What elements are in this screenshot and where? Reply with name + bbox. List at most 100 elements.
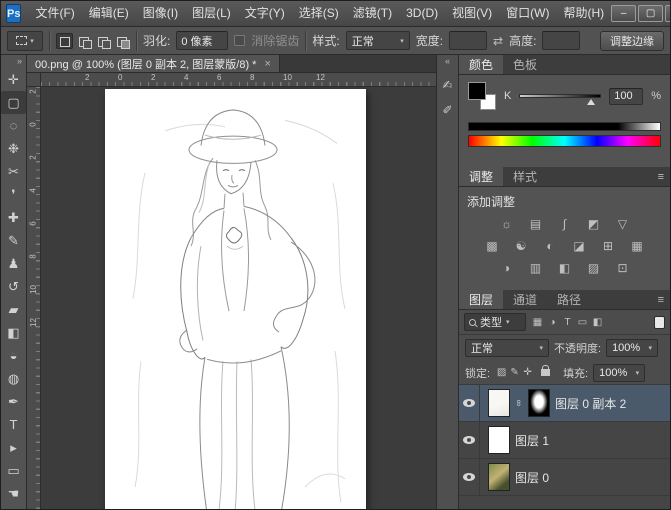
gradient-tool[interactable]: ◧ xyxy=(1,321,26,344)
menu-item[interactable]: 3D(D) xyxy=(399,1,445,26)
photoshop-logo[interactable]: Ps xyxy=(6,4,21,23)
color-lookup-icon[interactable]: ▦ xyxy=(629,239,645,253)
brightness-contrast-icon[interactable]: ☼ xyxy=(499,217,515,231)
menu-item[interactable]: 视图(V) xyxy=(445,1,499,26)
panel-tab[interactable]: 通道 xyxy=(503,290,547,309)
new-selection-button[interactable] xyxy=(56,33,73,49)
layer-row[interactable]: 图层 1 xyxy=(459,422,670,459)
channel-mixer-icon[interactable]: ⊞ xyxy=(600,239,616,253)
posterize-icon[interactable]: ▥ xyxy=(528,261,544,275)
swap-dimensions-icon[interactable]: ⇄ xyxy=(493,34,503,48)
maximize-button[interactable]: ▢ xyxy=(638,5,663,22)
layer-filter-select[interactable]: 类型 ▾ xyxy=(464,313,526,331)
fill-input[interactable]: 100% ▾ xyxy=(593,364,645,382)
color-balance-icon[interactable]: ☯ xyxy=(513,239,529,253)
crop-tool[interactable]: ✂ xyxy=(1,160,26,183)
panel-menu-icon[interactable]: ≡ xyxy=(652,290,670,309)
visibility-toggle[interactable] xyxy=(459,422,480,458)
add-to-selection-button[interactable] xyxy=(75,33,92,49)
rectangle-tool[interactable]: ▭ xyxy=(1,459,26,482)
ruler-origin[interactable] xyxy=(27,73,41,86)
black-white-icon[interactable]: ◐ xyxy=(542,239,558,253)
grayscale-ramp[interactable] xyxy=(468,122,661,131)
horizontal-ruler[interactable]: 2024681012 xyxy=(41,73,436,86)
panel-tab[interactable]: 色板 xyxy=(503,55,547,74)
panel-tab[interactable]: 路径 xyxy=(547,290,591,309)
dodge-tool[interactable]: ◍ xyxy=(1,367,26,390)
minimize-button[interactable]: – xyxy=(611,5,636,22)
foreground-background-swatches[interactable] xyxy=(468,82,496,110)
menu-item[interactable]: 图像(I) xyxy=(136,1,185,26)
threshold-icon[interactable]: ◧ xyxy=(557,261,573,275)
filter-type-layers-icon[interactable]: T xyxy=(560,317,575,328)
move-tool[interactable]: ✛ xyxy=(1,68,26,91)
document-tab[interactable]: 00.png @ 100% (图层 0 副本 2, 图层蒙版/8) * × xyxy=(27,55,280,72)
intersect-selection-button[interactable] xyxy=(113,33,130,49)
vibrance-icon[interactable]: ▽ xyxy=(615,217,631,231)
selective-color-icon[interactable]: ⊡ xyxy=(615,261,631,275)
lasso-tool[interactable]: ◌ xyxy=(1,114,26,137)
layer-thumbnail[interactable] xyxy=(488,426,510,454)
filter-smart-objects-icon[interactable]: ◧ xyxy=(590,317,605,328)
photo-filter-icon[interactable]: ◪ xyxy=(571,239,587,253)
gradient-map-icon[interactable]: ▨ xyxy=(586,261,602,275)
rectangular-marquee-tool[interactable]: ▢ xyxy=(1,91,26,114)
k-value-input[interactable]: 100 xyxy=(609,88,643,105)
collapse-dock-icon[interactable]: « xyxy=(437,55,458,69)
k-slider[interactable] xyxy=(519,94,601,98)
type-tool[interactable]: T xyxy=(1,413,26,436)
invert-icon[interactable]: ◑ xyxy=(499,261,515,275)
layer-thumbnail[interactable] xyxy=(488,389,510,417)
hand-tool[interactable]: ☚ xyxy=(1,482,26,505)
close-tab-icon[interactable]: × xyxy=(264,58,270,70)
brush-panel-icon[interactable]: ✐ xyxy=(438,100,457,119)
lock-image-icon[interactable]: ✎ xyxy=(508,367,521,378)
feather-input[interactable]: 0 像素 xyxy=(176,31,228,50)
eyedropper-tool[interactable]: ❜ xyxy=(1,183,26,206)
menu-item[interactable]: 滤镜(T) xyxy=(346,1,399,26)
levels-icon[interactable]: ▤ xyxy=(528,217,544,231)
quick-selection-tool[interactable]: ❉ xyxy=(1,137,26,160)
refine-edge-button[interactable]: 调整边缘 xyxy=(600,31,664,51)
menu-item[interactable]: 帮助(H) xyxy=(556,1,611,26)
panel-tab[interactable]: 调整 xyxy=(459,167,503,186)
layer-thumbnail[interactable] xyxy=(488,463,510,491)
height-input[interactable] xyxy=(542,31,580,50)
filter-shape-layers-icon[interactable]: ▭ xyxy=(575,317,590,328)
menu-item[interactable]: 窗口(W) xyxy=(499,1,556,26)
hue-saturation-icon[interactable]: ▩ xyxy=(484,239,500,253)
opacity-input[interactable]: 100% ▾ xyxy=(606,339,658,357)
history-brush-tool[interactable]: ↺ xyxy=(1,275,26,298)
path-selection-tool[interactable]: ▸ xyxy=(1,436,26,459)
panel-tab[interactable]: 图层 xyxy=(459,290,503,309)
lock-transparency-icon[interactable]: ▨ xyxy=(495,367,508,378)
visibility-toggle[interactable] xyxy=(459,459,480,495)
pen-tool[interactable]: ✒ xyxy=(1,390,26,413)
filter-pixel-layers-icon[interactable]: ▦ xyxy=(530,317,545,328)
close-button[interactable]: × xyxy=(665,5,671,22)
layer-mask-thumbnail[interactable] xyxy=(528,389,550,417)
menu-item[interactable]: 文件(F) xyxy=(28,1,81,26)
tool-preset-picker[interactable]: ▾ xyxy=(7,31,43,51)
style-select[interactable]: 正常 ▾ xyxy=(346,31,410,50)
spot-healing-brush-tool[interactable]: ✚ xyxy=(1,206,26,229)
curves-icon[interactable]: ∫ xyxy=(557,217,573,231)
menu-item[interactable]: 编辑(E) xyxy=(82,1,136,26)
spectrum-ramp[interactable] xyxy=(468,135,661,147)
panel-menu-icon[interactable]: ≡ xyxy=(652,167,670,186)
layer-row[interactable]: 图层 0 xyxy=(459,459,670,496)
lock-position-icon[interactable]: ✛ xyxy=(521,367,534,378)
panel-tab[interactable]: 样式 xyxy=(503,167,547,186)
foreground-color-swatch[interactable] xyxy=(468,82,486,100)
width-input[interactable] xyxy=(449,31,487,50)
lock-all-icon[interactable] xyxy=(541,369,550,376)
blur-tool[interactable]: ◒ xyxy=(1,344,26,367)
menu-item[interactable]: 选择(S) xyxy=(292,1,346,26)
subtract-from-selection-button[interactable] xyxy=(94,33,111,49)
canvas-page[interactable] xyxy=(105,89,366,509)
antialias-checkbox[interactable] xyxy=(234,35,245,46)
filter-adjustment-layers-icon[interactable]: ◑ xyxy=(545,317,560,328)
panel-tab[interactable]: 颜色 xyxy=(459,55,503,74)
vertical-ruler[interactable]: 2024681012 xyxy=(27,87,41,509)
slider-handle[interactable] xyxy=(587,99,595,105)
